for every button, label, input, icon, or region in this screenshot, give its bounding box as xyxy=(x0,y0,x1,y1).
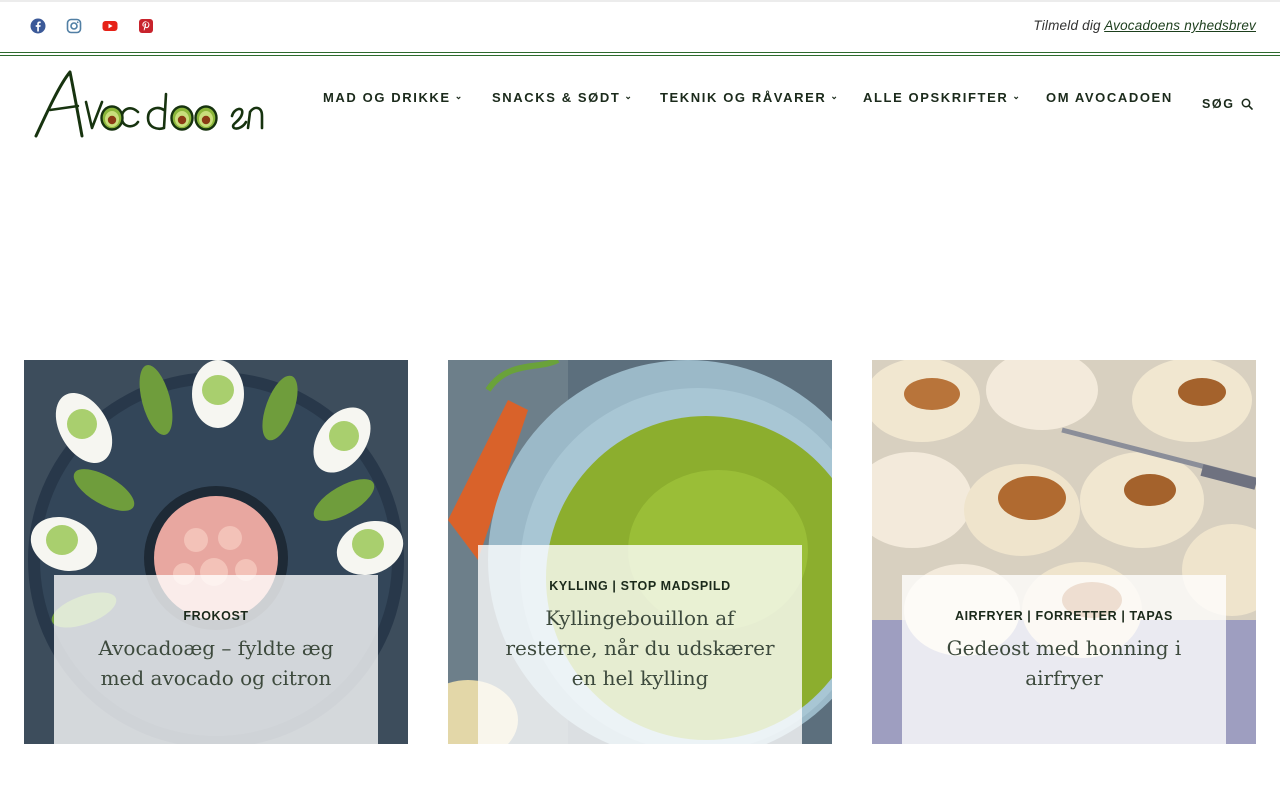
social-links xyxy=(30,18,154,34)
recipe-card-avocadoaeg[interactable]: FROKOST Avocadoæg – fyldte æg med avocad… xyxy=(24,360,408,744)
nav-label: TEKNIK OG RÅVARER xyxy=(660,89,827,105)
search-button[interactable]: SØG xyxy=(1202,97,1253,111)
top-bar: Tilmeld dig Avocadoens nyhedsbrev xyxy=(0,2,1280,52)
recipe-card-gedeost[interactable]: AIRFRYER | FORRETTER | TAPAS Gedeost med… xyxy=(872,360,1256,744)
youtube-link[interactable] xyxy=(102,18,118,34)
recipe-card-caption: FROKOST Avocadoæg – fyldte æg med avocad… xyxy=(54,575,378,744)
recipe-card-kyllingebouillon[interactable]: KYLLING | STOP MADSPILD Kyllingebouillon… xyxy=(448,360,832,744)
instagram-icon xyxy=(66,18,82,34)
newsletter-prefix: Tilmeld dig xyxy=(1033,18,1105,33)
recipe-title[interactable]: Gedeost med honning i airfryer xyxy=(926,633,1202,693)
newsletter-link[interactable]: Avocadoens nyhedsbrev xyxy=(1104,18,1256,33)
site-logo[interactable] xyxy=(30,66,272,144)
nav-item-teknik-og-ravarer[interactable]: TEKNIK OG RÅVARER ⌄ xyxy=(660,90,840,105)
search-label: SØG xyxy=(1202,97,1235,111)
pinterest-link[interactable] xyxy=(138,18,154,34)
newsletter-signup: Tilmeld dig Avocadoens nyhedsbrev xyxy=(1033,18,1256,33)
header-divider-bottom xyxy=(0,55,1280,56)
nav-item-snacks-og-sodt[interactable]: SNACKS & SØDT ⌄ xyxy=(492,90,634,105)
nav-label: SNACKS & SØDT xyxy=(492,89,621,105)
chevron-down-icon: ⌄ xyxy=(454,90,464,101)
nav-label: OM AVOCADOEN xyxy=(1046,89,1173,105)
recipe-title[interactable]: Avocadoæg – fyldte æg med avocado og cit… xyxy=(78,633,354,693)
facebook-link[interactable] xyxy=(30,18,46,34)
pinterest-icon xyxy=(139,19,153,33)
chevron-down-icon: ⌄ xyxy=(1012,90,1022,101)
recipe-title[interactable]: Kyllingebouillon af resterne, når du uds… xyxy=(502,603,778,693)
recipe-category[interactable]: FROKOST xyxy=(78,609,354,623)
recipe-category[interactable]: KYLLING | STOP MADSPILD xyxy=(502,579,778,593)
instagram-link[interactable] xyxy=(66,18,82,34)
nav-item-om-avocadoen[interactable]: OM AVOCADOEN xyxy=(1046,90,1173,105)
nav-label: ALLE OPSKRIFTER xyxy=(863,89,1009,105)
nav-label: MAD OG DRIKKE xyxy=(323,89,451,105)
chevron-down-icon: ⌄ xyxy=(624,90,634,101)
recipe-card-caption: AIRFRYER | FORRETTER | TAPAS Gedeost med… xyxy=(902,575,1226,744)
youtube-icon xyxy=(102,21,118,31)
nav-item-mad-og-drikke[interactable]: MAD OG DRIKKE ⌄ xyxy=(323,90,464,105)
header-divider-top xyxy=(0,52,1280,53)
recipe-card-caption: KYLLING | STOP MADSPILD Kyllingebouillon… xyxy=(478,545,802,744)
search-icon xyxy=(1241,98,1253,110)
facebook-icon xyxy=(30,18,46,34)
chevron-down-icon: ⌄ xyxy=(830,90,840,101)
recipe-category[interactable]: AIRFRYER | FORRETTER | TAPAS xyxy=(926,609,1202,623)
nav-item-alle-opskrifter[interactable]: ALLE OPSKRIFTER ⌄ xyxy=(863,90,1022,105)
